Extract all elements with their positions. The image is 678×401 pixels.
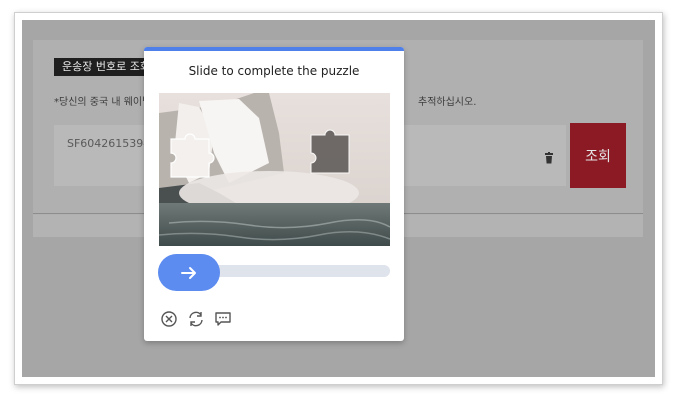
puzzle-image (159, 93, 390, 246)
notice-text: *당신의 중국 내 웨이빌 (54, 97, 152, 108)
screenshot-frame: 운송장 번호로 조회 *당신의 중국 내 웨이빌 추적하십시오. SF60426… (14, 12, 663, 385)
dimmed-page: 운송장 번호로 조회 *당신의 중국 내 웨이빌 추적하십시오. SF60426… (22, 20, 655, 377)
notice-text-end: 추적하십시오. (418, 97, 477, 108)
slider-handle[interactable] (158, 254, 220, 291)
close-icon[interactable] (160, 310, 178, 328)
lookup-button[interactable]: 조회 (570, 123, 626, 188)
refresh-icon[interactable] (187, 310, 205, 328)
captcha-accent-bar (144, 47, 404, 51)
captcha-title: Slide to complete the puzzle (188, 64, 360, 78)
arrow-right-icon (181, 266, 196, 279)
feedback-icon[interactable] (214, 310, 232, 328)
captcha-dialog: Slide to complete the puzzle (144, 47, 404, 341)
tracking-tag: 운송장 번호로 조회 (54, 58, 158, 76)
trash-icon[interactable] (543, 152, 555, 164)
